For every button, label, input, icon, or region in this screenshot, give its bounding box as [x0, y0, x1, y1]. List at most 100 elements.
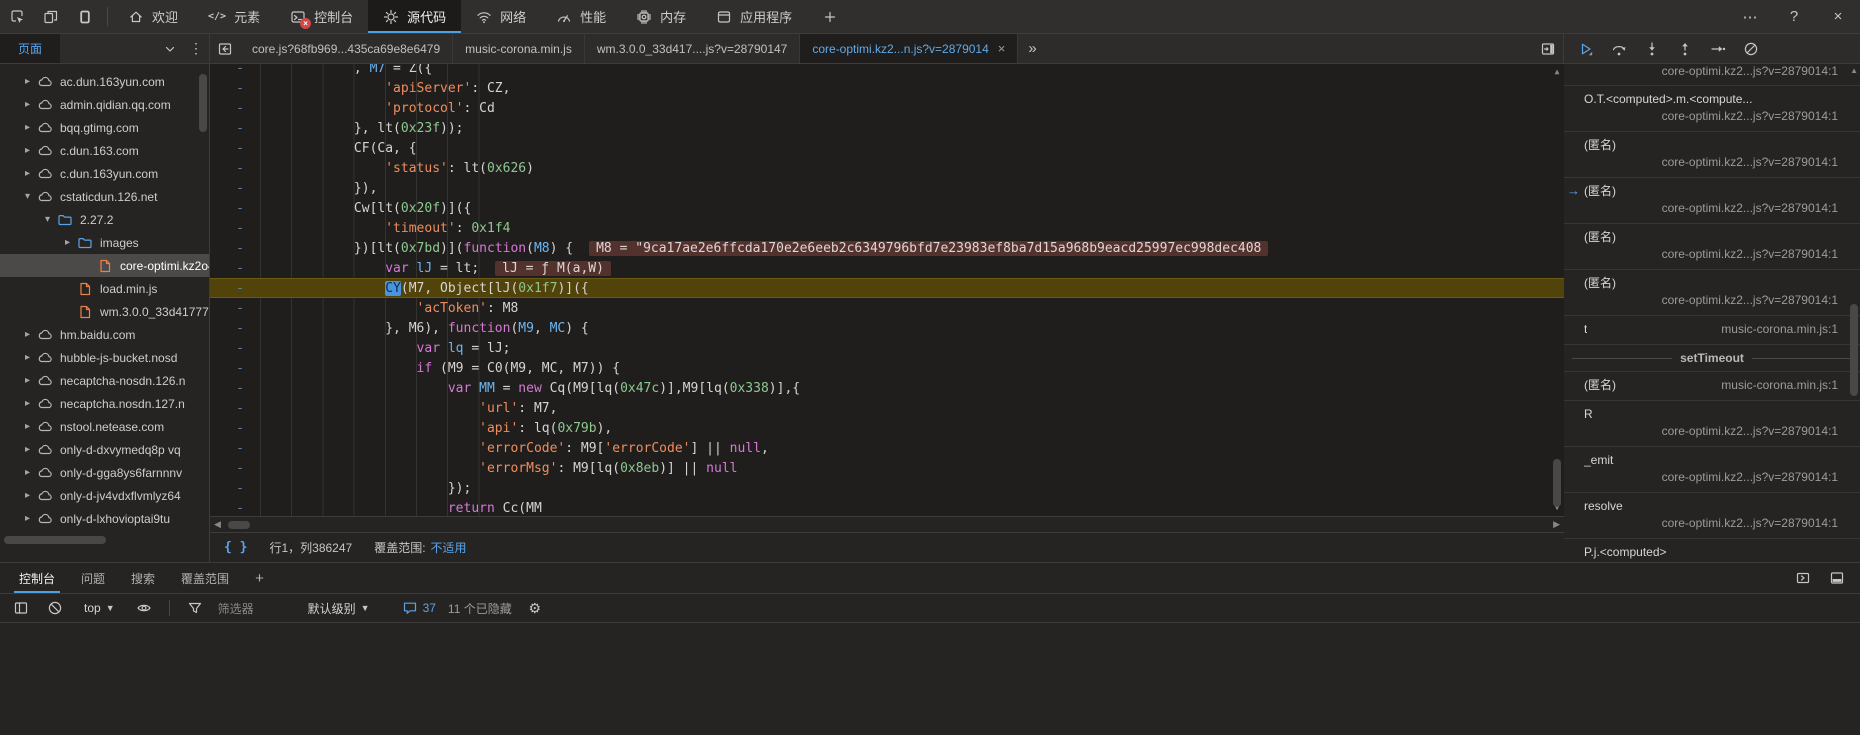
editor-vscroll-thumb[interactable] [1553, 459, 1561, 507]
frame-location[interactable]: music-corona.min.js:1 [1721, 321, 1838, 338]
tree-caret-icon[interactable]: ▸ [60, 237, 75, 248]
console-messages-area[interactable] [0, 623, 1860, 735]
tree-item[interactable]: ▸necaptcha.nosdn.127.n [0, 392, 209, 415]
gutter-marker[interactable]: - [210, 261, 260, 276]
gutter-marker[interactable]: - [210, 64, 260, 76]
console-settings-gear-icon[interactable]: ⚙ [524, 600, 546, 617]
tree-caret-icon[interactable]: ▸ [20, 168, 35, 179]
gutter-marker[interactable]: - [210, 501, 260, 516]
tree-item[interactable]: ▾2.27.2 [0, 208, 209, 231]
tree-caret-icon[interactable]: ▸ [20, 398, 35, 409]
tab-console[interactable]: ×控制台 [275, 0, 368, 33]
editor-vscrollbar[interactable]: ▲ ▼ [1550, 64, 1564, 516]
tab-memory[interactable]: 内存 [621, 0, 701, 33]
tab-elements[interactable]: </>元素 [193, 0, 275, 33]
tab-pages[interactable]: 页面 [0, 34, 60, 63]
frame-location[interactable]: core-optimi.kz2...js?v=2879014:1 [1584, 64, 1838, 79]
gutter-marker[interactable]: - [210, 401, 260, 416]
gutter-marker[interactable]: - [210, 161, 260, 176]
frame-location[interactable]: core-optimi.kz2...js?v=2879014:1 [1584, 423, 1838, 440]
pretty-print-button[interactable]: { } [224, 540, 247, 555]
tree-item[interactable]: ▸admin.qidian.qq.com [0, 93, 209, 116]
tree-item[interactable]: core-optimi.kz2o4 [0, 254, 209, 277]
frame-location[interactable]: core-optimi.kz2...js?v=2879014:1 [1584, 246, 1838, 263]
frame-location[interactable]: music-corona.min.js:1 [1721, 377, 1838, 394]
tab-network[interactable]: 网络 [461, 0, 541, 33]
scroll-right-icon[interactable]: ▶ [1553, 519, 1560, 530]
tree-caret-icon[interactable]: ▸ [20, 76, 35, 87]
frame-location[interactable]: core-optimi.kz2...js?v=2879014:1 [1584, 561, 1838, 562]
editor-hscroll-thumb[interactable] [228, 521, 250, 529]
tree-caret-icon[interactable]: ▸ [20, 490, 35, 501]
more-icon[interactable]: ⋯ [1728, 0, 1772, 33]
tree-item[interactable]: ▸hm.baidu.com [0, 323, 209, 346]
gutter-marker[interactable]: - [210, 361, 260, 376]
frame-location[interactable]: core-optimi.kz2...js?v=2879014:1 [1584, 515, 1838, 532]
tree-item[interactable]: ▸ac.dun.163yun.com [0, 70, 209, 93]
tree-caret-icon[interactable]: ▾ [20, 191, 35, 202]
context-selector[interactable]: top ▼ [78, 599, 121, 617]
resume-button[interactable] [1578, 41, 1594, 57]
call-stack-frame[interactable]: O.T.<computed>.m.<compute...core-optimi.… [1564, 86, 1860, 132]
device-frame-icon[interactable] [68, 0, 102, 33]
drawer-tab[interactable]: 问题 [68, 563, 118, 593]
tree-item[interactable]: ▸c.dun.163.com [0, 139, 209, 162]
log-level-selector[interactable]: 默认级别 ▼ [302, 598, 376, 619]
tree-item[interactable]: ▸nstool.netease.com [0, 415, 209, 438]
tree-caret-icon[interactable]: ▸ [20, 375, 35, 386]
code-viewport[interactable]: - , M7 = Z({- 'apiServer': CZ,- 'protoco… [210, 64, 1564, 516]
tab-overflow-button[interactable]: » [1018, 34, 1046, 63]
tree-caret-icon[interactable]: ▸ [20, 421, 35, 432]
gutter-marker[interactable]: - [210, 381, 260, 396]
tab-welcome[interactable]: 欢迎 [113, 0, 193, 33]
sidebar-vscroll-thumb[interactable] [199, 74, 207, 132]
gutter-marker[interactable]: - [210, 321, 260, 336]
source-tab[interactable]: core.js?68fb969...435ca69e8e6479 [240, 34, 453, 63]
call-stack-frame[interactable]: Rcore-optimi.kz2...js?v=2879014:1 [1564, 401, 1860, 447]
close-tab-icon[interactable]: × [998, 41, 1006, 56]
tree-item[interactable]: ▸only-d-gga8ys6farnnnv [0, 461, 209, 484]
drawer-tab[interactable]: 搜索 [118, 563, 168, 593]
tree-caret-icon[interactable]: ▾ [40, 214, 55, 225]
gutter-marker[interactable]: - [210, 301, 260, 316]
call-stack-frame[interactable]: (匿名)music-corona.min.js:1 [1564, 372, 1860, 401]
frame-location[interactable]: core-optimi.kz2...js?v=2879014:1 [1584, 292, 1838, 309]
eye-icon[interactable] [133, 600, 155, 616]
tree-item[interactable]: ▸images [0, 231, 209, 254]
filter-icon[interactable] [184, 600, 206, 616]
call-stack-frame[interactable]: core-optimi.kz2...js?v=2879014:1 [1564, 64, 1860, 86]
tree-caret-icon[interactable]: ▸ [20, 444, 35, 455]
coverage-value[interactable]: 不适用 [431, 541, 467, 555]
frame-location[interactable]: core-optimi.kz2...js?v=2879014:1 [1584, 108, 1838, 125]
gutter-marker[interactable]: - [210, 81, 260, 96]
chevron-down-icon[interactable] [157, 34, 183, 63]
source-tab[interactable]: wm.3.0.0_33d417....js?v=28790147 [585, 34, 800, 63]
scroll-up-icon[interactable]: ▲ [1550, 64, 1564, 78]
stack-scroll-up-icon[interactable]: ▲ [1850, 66, 1858, 75]
tree-item[interactable]: load.min.js [0, 277, 209, 300]
tree-item[interactable]: wm.3.0.0_33d41777. [0, 300, 209, 323]
quick-view-icon[interactable] [1786, 563, 1820, 593]
help-icon[interactable]: ? [1772, 0, 1816, 33]
gutter-marker[interactable]: - [210, 461, 260, 476]
drawer-tab[interactable]: 控制台 [6, 563, 68, 593]
console-sidebar-icon[interactable] [10, 600, 32, 616]
call-stack-frame[interactable]: resolvecore-optimi.kz2...js?v=2879014:1 [1564, 493, 1860, 539]
gutter-marker[interactable]: - [210, 341, 260, 356]
tree-item[interactable]: ▸necaptcha-nosdn.126.n [0, 369, 209, 392]
tree-item[interactable]: ▸c.dun.163yun.com [0, 162, 209, 185]
tree-caret-icon[interactable]: ▸ [20, 99, 35, 110]
call-stack-frame[interactable]: (匿名)core-optimi.kz2...js?v=2879014:1 [1564, 270, 1860, 316]
step-out-button[interactable] [1677, 41, 1693, 57]
call-stack-frame[interactable]: tmusic-corona.min.js:1 [1564, 316, 1860, 345]
gutter-marker[interactable]: - [210, 141, 260, 156]
tab-add-panel[interactable] [807, 0, 853, 33]
tree-item[interactable]: ▸only-d-dxvymedq8p vq [0, 438, 209, 461]
drawer-add-tab-button[interactable]: + [242, 563, 277, 593]
gutter-marker[interactable]: - [210, 241, 260, 256]
call-stack-frame[interactable]: →(匿名)core-optimi.kz2...js?v=2879014:1 [1564, 178, 1860, 224]
tree-item[interactable]: ▸hubble-js-bucket.nosd [0, 346, 209, 369]
call-stack-frame[interactable]: (匿名)core-optimi.kz2...js?v=2879014:1 [1564, 132, 1860, 178]
device-toolbar-icon[interactable] [34, 0, 68, 33]
tab-sources[interactable]: 源代码 [368, 0, 461, 33]
